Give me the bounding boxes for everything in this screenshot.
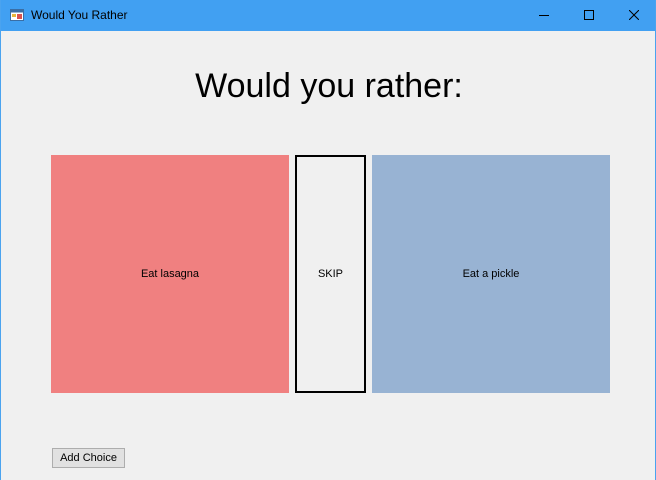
choice-left-label: Eat lasagna: [140, 268, 200, 280]
choice-left-button[interactable]: Eat lasagna: [51, 155, 289, 393]
choice-right-button[interactable]: Eat a pickle: [372, 155, 610, 393]
maximize-button[interactable]: [566, 0, 612, 31]
close-icon: [628, 7, 640, 25]
choice-right-label: Eat a pickle: [462, 268, 520, 280]
skip-label: SKIP: [317, 268, 344, 280]
minimize-icon: [539, 7, 549, 25]
close-button[interactable]: [611, 0, 655, 31]
maximize-icon: [584, 7, 594, 25]
app-icon: [10, 8, 25, 22]
skip-button[interactable]: SKIP: [295, 155, 366, 393]
window-title: Would You Rather: [31, 8, 128, 22]
app-window: Would You Rather Would you rather: Eat l…: [0, 0, 656, 480]
minimize-button[interactable]: [521, 0, 567, 31]
add-choice-button[interactable]: Add Choice: [52, 448, 125, 468]
title-bar[interactable]: Would You Rather: [1, 0, 655, 31]
question-heading: Would you rather:: [195, 67, 463, 105]
